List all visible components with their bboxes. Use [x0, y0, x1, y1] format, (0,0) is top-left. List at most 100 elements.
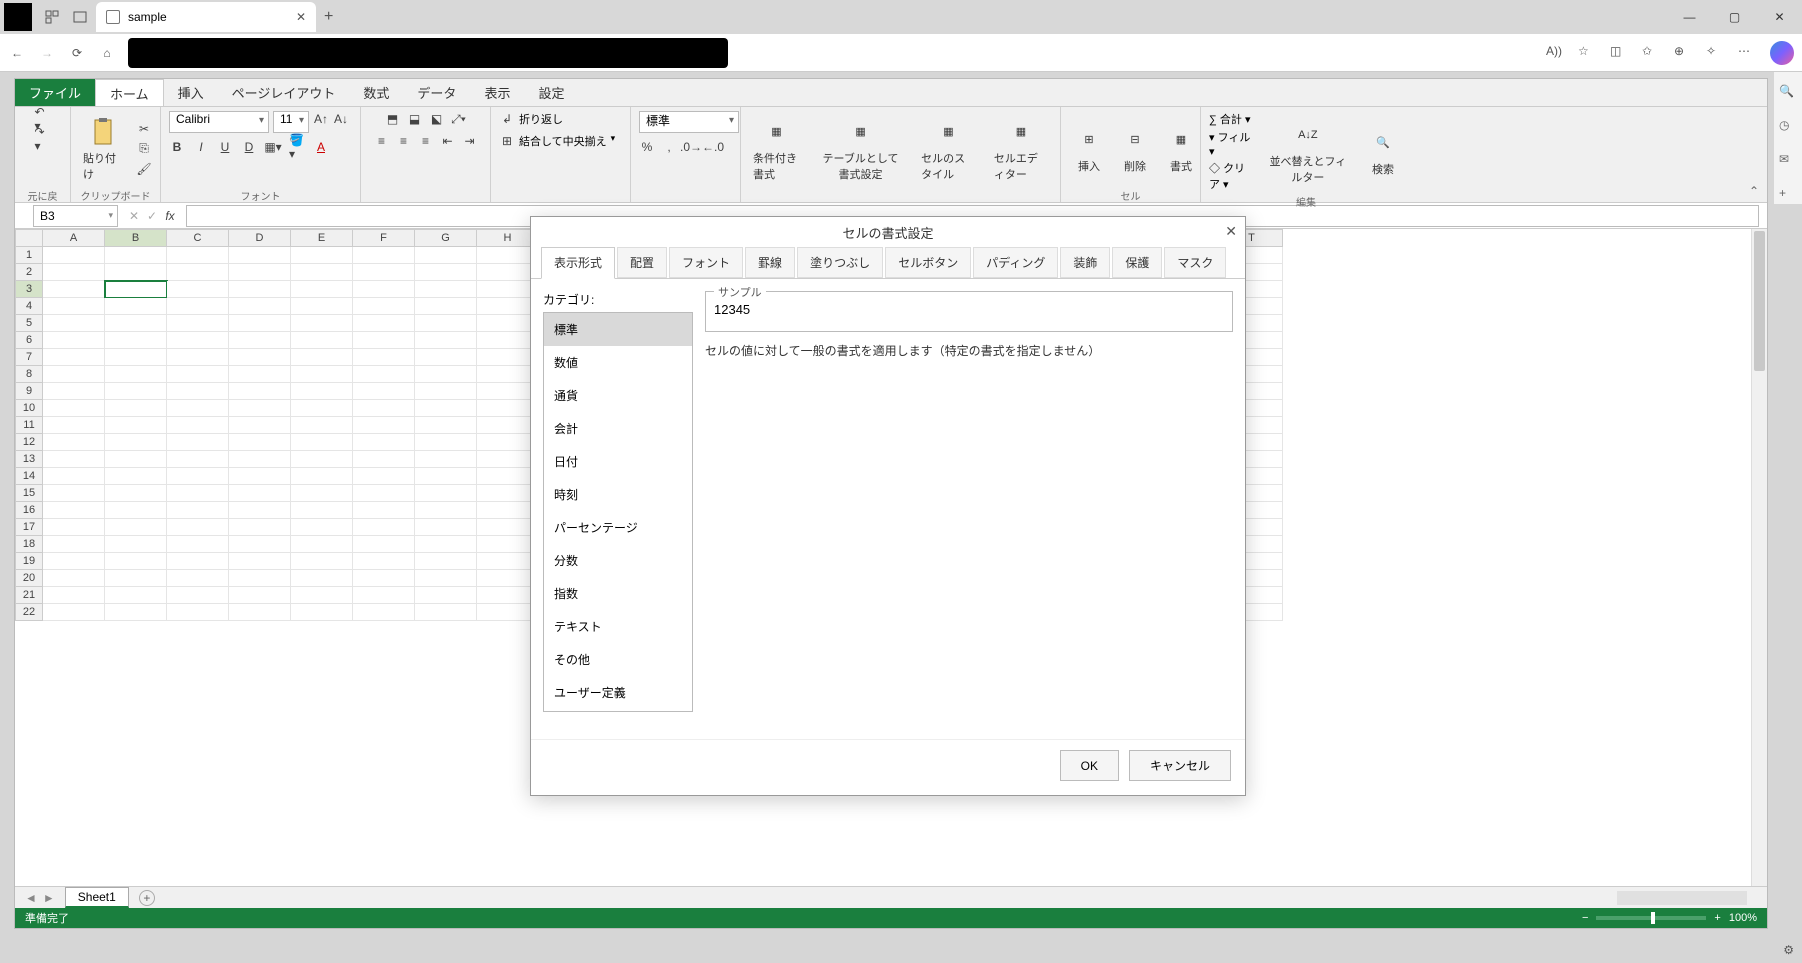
- accept-formula-icon[interactable]: ✓: [144, 208, 160, 224]
- cell[interactable]: [415, 247, 477, 264]
- favorite-icon[interactable]: ☆: [1578, 44, 1596, 62]
- cell[interactable]: [167, 332, 229, 349]
- cell[interactable]: [353, 264, 415, 281]
- cell[interactable]: [43, 553, 105, 570]
- cell[interactable]: [353, 383, 415, 400]
- indent-inc-icon[interactable]: ⇥: [462, 133, 478, 149]
- cell[interactable]: [43, 298, 105, 315]
- close-window-button[interactable]: ✕: [1757, 2, 1802, 32]
- cell[interactable]: [167, 349, 229, 366]
- copilot-icon[interactable]: [1770, 41, 1794, 65]
- insert-cells-button[interactable]: ⊞挿入: [1069, 122, 1109, 176]
- cell[interactable]: [291, 332, 353, 349]
- cell[interactable]: [353, 519, 415, 536]
- comma-icon[interactable]: ,: [661, 139, 677, 155]
- cell-editor-button[interactable]: ▦セルエディター: [990, 114, 1052, 184]
- cell[interactable]: [167, 400, 229, 417]
- cell[interactable]: [353, 281, 415, 298]
- cell[interactable]: [43, 587, 105, 604]
- cut-icon[interactable]: ✂: [136, 121, 152, 137]
- cell[interactable]: [229, 264, 291, 281]
- cell[interactable]: [43, 417, 105, 434]
- cell[interactable]: [291, 264, 353, 281]
- category-item[interactable]: 時刻: [544, 478, 692, 511]
- zoom-in-button[interactable]: +: [1714, 912, 1720, 924]
- increase-decimal-icon[interactable]: .0→: [683, 139, 699, 155]
- row-header[interactable]: 4: [15, 298, 43, 315]
- cell[interactable]: [167, 434, 229, 451]
- cell[interactable]: [167, 553, 229, 570]
- cell[interactable]: [415, 502, 477, 519]
- cell[interactable]: [105, 468, 167, 485]
- cell[interactable]: [167, 417, 229, 434]
- col-header[interactable]: E: [291, 229, 353, 247]
- orientation-icon[interactable]: ⤢▾: [451, 111, 467, 127]
- category-item[interactable]: 通貨: [544, 379, 692, 412]
- collapse-ribbon-icon[interactable]: ⌃: [1749, 184, 1759, 198]
- cell[interactable]: [229, 332, 291, 349]
- col-header[interactable]: G: [415, 229, 477, 247]
- cell[interactable]: [353, 468, 415, 485]
- clear-button[interactable]: ◇ クリア ▾: [1209, 160, 1253, 192]
- cell[interactable]: [353, 247, 415, 264]
- cell[interactable]: [353, 332, 415, 349]
- col-header[interactable]: C: [167, 229, 229, 247]
- bold-icon[interactable]: B: [169, 139, 185, 155]
- col-header[interactable]: F: [353, 229, 415, 247]
- cell[interactable]: [415, 281, 477, 298]
- cell[interactable]: [229, 553, 291, 570]
- dialog-title-bar[interactable]: セルの書式設定 ✕: [531, 217, 1245, 247]
- cell[interactable]: [105, 451, 167, 468]
- cell[interactable]: [291, 247, 353, 264]
- cell[interactable]: [43, 332, 105, 349]
- row-header[interactable]: 9: [15, 383, 43, 400]
- vertical-scrollbar[interactable]: [1751, 229, 1767, 886]
- dialog-tab[interactable]: セルボタン: [885, 247, 971, 278]
- align-right-icon[interactable]: ≡: [418, 133, 434, 149]
- dialog-tab[interactable]: 罫線: [745, 247, 795, 278]
- category-item[interactable]: 指数: [544, 577, 692, 610]
- merge-icon[interactable]: ⊞: [499, 133, 515, 149]
- refresh-button[interactable]: ⟳: [68, 44, 86, 62]
- cell[interactable]: [167, 485, 229, 502]
- delete-cells-button[interactable]: ⊟削除: [1115, 122, 1155, 176]
- cell[interactable]: [229, 485, 291, 502]
- format-painter-icon[interactable]: 🖌: [136, 161, 152, 177]
- cell[interactable]: [291, 281, 353, 298]
- cell[interactable]: [415, 298, 477, 315]
- zoom-out-button[interactable]: −: [1582, 912, 1588, 924]
- cell[interactable]: [43, 536, 105, 553]
- row-header[interactable]: 5: [15, 315, 43, 332]
- cell[interactable]: [167, 366, 229, 383]
- cell[interactable]: [291, 417, 353, 434]
- cell[interactable]: [229, 315, 291, 332]
- row-header[interactable]: 1: [15, 247, 43, 264]
- cell[interactable]: [229, 519, 291, 536]
- cell[interactable]: [43, 451, 105, 468]
- ribbon-tab-view[interactable]: 表示: [470, 79, 524, 106]
- cell[interactable]: [229, 502, 291, 519]
- more-icon[interactable]: ⋯: [1738, 44, 1756, 62]
- ribbon-tab-data[interactable]: データ: [403, 79, 470, 106]
- category-item[interactable]: 数値: [544, 346, 692, 379]
- cell[interactable]: [105, 247, 167, 264]
- row-header[interactable]: 13: [15, 451, 43, 468]
- autosum-button[interactable]: ∑ 合計 ▾: [1209, 111, 1253, 127]
- cell[interactable]: [105, 315, 167, 332]
- cell[interactable]: [43, 349, 105, 366]
- category-item[interactable]: パーセンテージ: [544, 511, 692, 544]
- cell[interactable]: [167, 298, 229, 315]
- cell[interactable]: [353, 502, 415, 519]
- cell[interactable]: [229, 366, 291, 383]
- cell[interactable]: [353, 315, 415, 332]
- workspace-icon[interactable]: [44, 9, 60, 25]
- cell[interactable]: [415, 366, 477, 383]
- cell[interactable]: [415, 570, 477, 587]
- cell[interactable]: [291, 570, 353, 587]
- fill-color-icon[interactable]: 🪣▾: [289, 139, 305, 155]
- font-size-select[interactable]: 11: [273, 111, 309, 133]
- cancel-formula-icon[interactable]: ✕: [126, 208, 142, 224]
- ribbon-tab-file[interactable]: ファイル: [15, 79, 95, 106]
- cell[interactable]: [167, 502, 229, 519]
- format-cells-button[interactable]: ▦書式: [1161, 122, 1201, 176]
